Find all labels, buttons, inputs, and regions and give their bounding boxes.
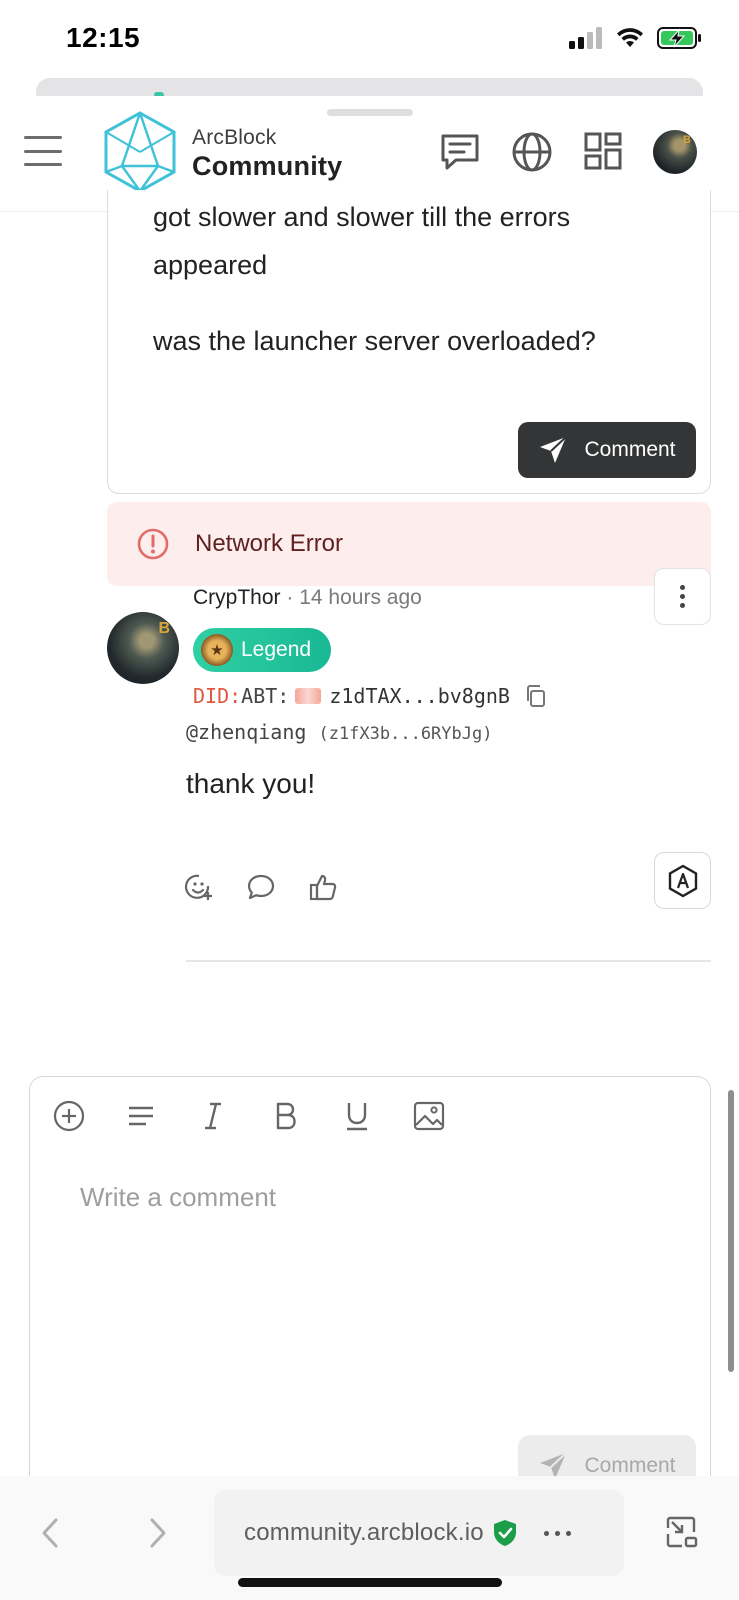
comment-submit-label: Comment [584, 438, 676, 461]
network-error-alert: Network Error [107, 502, 711, 586]
legend-badge[interactable]: ★ Legend [193, 628, 332, 672]
cellular-signal-icon [569, 27, 602, 49]
divider [186, 960, 711, 962]
ai-assistant-button[interactable] [654, 852, 711, 909]
legend-badge-label: Legend [241, 638, 312, 661]
did-prefix: DID: [193, 684, 242, 708]
more-menu-icon[interactable] [543, 1530, 571, 1536]
handle-did: (z1fX3b...6RYbJg) [318, 724, 493, 744]
status-time: 12:15 [66, 22, 141, 53]
brand-top: ArcBlock [192, 126, 277, 149]
comment-input[interactable] [80, 1177, 670, 1217]
globe-icon[interactable] [510, 130, 554, 174]
meta-separator: · [286, 586, 294, 609]
minimize-window-icon[interactable] [664, 1514, 700, 1550]
comment-author-avatar[interactable] [107, 612, 179, 684]
secure-shield-icon [493, 1520, 516, 1546]
did-short: z1dTAX...bv8gnB [329, 684, 510, 708]
underline-icon[interactable] [340, 1099, 374, 1133]
hamburger-menu-icon[interactable] [24, 136, 62, 166]
brand[interactable]: ArcBlock Community [192, 126, 342, 182]
wifi-icon [617, 28, 643, 47]
url-text: community.arcblock.io [244, 1519, 484, 1546]
did-avatar-swatch [295, 688, 322, 704]
did-address: DID: ABT: z1dTAX...bv8gnB [193, 684, 548, 708]
previous-comment-line: appeared [153, 250, 268, 280]
comment-actions [184, 872, 338, 902]
medal-icon: ★ [201, 634, 233, 666]
forward-arrow-icon[interactable] [142, 1516, 172, 1550]
comment-submit-label: Comment [584, 1454, 676, 1477]
add-reaction-icon[interactable] [184, 872, 214, 902]
battery-charging-icon [657, 27, 701, 49]
did-type: ABT: [241, 684, 290, 708]
comment-meta: CrypThor · 14 hours ago [193, 586, 422, 610]
comment-author[interactable]: CrypThor [193, 586, 281, 609]
user-handle: @zhenqiang (z1fX3b...6RYbJg) [186, 720, 492, 744]
like-icon[interactable] [308, 872, 338, 902]
insert-plus-icon[interactable] [52, 1099, 86, 1133]
italic-icon[interactable] [196, 1099, 230, 1133]
bold-icon[interactable] [268, 1099, 302, 1133]
comment-submit-button[interactable]: Comment [518, 422, 696, 478]
comment-body: thank you! [186, 768, 316, 799]
more-options-icon[interactable] [654, 568, 711, 625]
back-arrow-icon[interactable] [36, 1516, 66, 1550]
apps-grid-icon[interactable] [582, 130, 626, 174]
paragraph-format-icon[interactable] [124, 1099, 158, 1133]
error-message: Network Error [195, 530, 344, 557]
send-icon [540, 436, 568, 463]
status-icons [569, 26, 703, 50]
comment-time: 14 hours ago [299, 586, 422, 609]
home-indicator [238, 1578, 502, 1587]
page-scrollbar[interactable] [728, 1090, 734, 1372]
editor-toolbar [52, 1099, 446, 1133]
previous-comment-card: got slower and slower till the errors ap… [107, 190, 711, 494]
handle-name[interactable]: @zhenqiang [186, 720, 306, 744]
status-bar: 12:15 [0, 0, 739, 80]
sheet-strip [36, 78, 703, 98]
error-icon [137, 528, 169, 560]
insert-image-icon[interactable] [412, 1099, 446, 1133]
user-avatar[interactable] [653, 130, 697, 174]
ai-hexagon-icon [668, 864, 697, 897]
discussion-icon[interactable] [438, 130, 482, 174]
arcblock-logo[interactable] [102, 110, 178, 194]
address-bar[interactable]: community.arcblock.io [214, 1490, 624, 1576]
previous-comment-line: was the launcher server overloaded? [153, 326, 596, 356]
reply-icon[interactable] [246, 872, 276, 902]
comment-editor: Comment [29, 1076, 711, 1497]
brand-bottom: Community [192, 151, 343, 181]
grab-handle[interactable] [327, 109, 413, 116]
copy-icon[interactable] [524, 684, 548, 708]
previous-comment-line: got slower and slower till the errors [153, 202, 571, 232]
